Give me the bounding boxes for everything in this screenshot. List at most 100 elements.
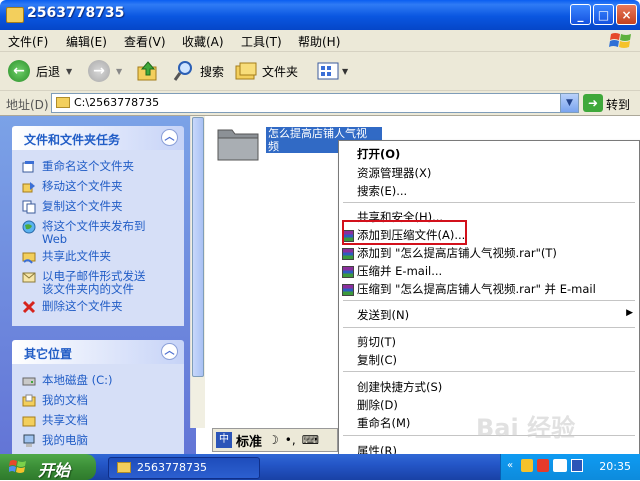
close-button[interactable]: × xyxy=(616,4,637,25)
windows-flag-icon xyxy=(9,460,26,473)
menu-separator xyxy=(343,202,635,203)
go-button[interactable]: 转到 xyxy=(606,96,630,113)
menu-tools[interactable]: 工具(T) xyxy=(241,33,282,50)
tasks-panel-title: 文件和文件夹任务 xyxy=(24,133,121,147)
scrollbar-thumb[interactable] xyxy=(192,117,204,377)
chevron-down-icon: ▼ xyxy=(116,66,123,76)
views-icon xyxy=(317,62,339,80)
folders-button[interactable]: 文件夹 xyxy=(234,58,298,84)
menu-item-compress-email[interactable]: 压缩并 E-mail... xyxy=(357,263,442,279)
menu-item-cut[interactable]: 剪切(T) xyxy=(357,334,396,350)
taskbar-window-label: 2563778735 xyxy=(137,461,207,474)
menu-item-create-shortcut[interactable]: 创建快捷方式(S) xyxy=(357,379,442,395)
address-dropdown-button[interactable]: ▼ xyxy=(560,93,579,113)
menu-item-rename[interactable]: 重命名(M) xyxy=(357,415,410,431)
menu-bar: 文件(F) 编辑(E) 查看(V) 收藏(A) 工具(T) 帮助(H) xyxy=(0,30,640,52)
up-folder-icon xyxy=(137,61,157,81)
menu-help[interactable]: 帮助(H) xyxy=(298,33,340,50)
address-input[interactable]: C:\2563778735 ▼ xyxy=(51,93,579,113)
title-bar[interactable]: 2563778735 _ □ × xyxy=(0,0,640,30)
copy-icon xyxy=(22,200,36,214)
submenu-arrow-icon: ▶ xyxy=(626,308,633,318)
local-disk-icon xyxy=(22,377,36,386)
winrar-icon xyxy=(342,248,354,260)
maximize-button[interactable]: □ xyxy=(593,4,614,25)
menu-separator xyxy=(343,327,635,328)
menu-item-send-to[interactable]: 发送到(N) xyxy=(357,307,409,323)
task-pane: 文件和文件夹任务 ︿ 重命名这个文件夹 移动这个文件夹 复制这个文件夹 将这个文… xyxy=(0,116,196,454)
forward-button[interactable]: → ▼ xyxy=(88,58,122,84)
moon-icon[interactable]: ☽ xyxy=(268,433,279,447)
system-tray: « 20:35 xyxy=(500,454,640,480)
publish-web-icon xyxy=(22,220,36,234)
security-shield-icon[interactable] xyxy=(537,459,549,472)
folder-icon[interactable] xyxy=(216,124,260,162)
back-label: 后退 xyxy=(36,64,61,79)
menu-item-open[interactable]: 打开(O) xyxy=(357,146,400,162)
windows-logo-icon xyxy=(609,33,631,48)
window-title: 2563778735 xyxy=(27,5,125,21)
ime-toolbar[interactable]: 中 标准 ☽ •, ⌨ xyxy=(212,428,338,452)
menu-item-explorer[interactable]: 资源管理器(X) xyxy=(357,165,431,181)
minimize-button[interactable]: _ xyxy=(570,4,591,25)
menu-separator xyxy=(343,371,635,372)
baidu-watermark: Bai 经验 xyxy=(476,414,575,442)
views-button[interactable]: ▼ xyxy=(316,58,348,84)
back-button[interactable]: ← 后退 ▼ xyxy=(8,58,72,84)
forward-arrow-icon: → xyxy=(88,60,110,82)
taskbar: 开始 2563778735 « 20:35 xyxy=(0,454,640,480)
chevron-down-icon: ▼ xyxy=(342,66,349,76)
toolbar: ← 后退 ▼ → ▼ 搜索 文件夹 ▼ xyxy=(0,52,640,91)
keyboard-icon[interactable]: ⌨ xyxy=(302,433,319,447)
address-label: 地址(D) xyxy=(6,98,49,112)
chevron-left-icon[interactable]: « xyxy=(507,460,513,471)
menu-item-compress-rar-email[interactable]: 压缩到 "怎么提高店铺人气视频.rar" 并 E-mail xyxy=(357,281,596,297)
taskbar-window-button[interactable]: 2563778735 xyxy=(108,457,260,479)
shared-documents-icon xyxy=(22,416,36,427)
network-icon[interactable] xyxy=(553,459,567,472)
winrar-icon xyxy=(342,284,354,296)
start-button[interactable]: 开始 xyxy=(0,454,96,480)
menu-item-search[interactable]: 搜索(E)... xyxy=(357,183,407,199)
move-icon xyxy=(22,182,35,193)
address-value: C:\2563778735 xyxy=(74,96,160,109)
menu-favorites[interactable]: 收藏(A) xyxy=(182,33,224,50)
up-folder-button[interactable] xyxy=(136,58,160,84)
email-icon xyxy=(22,272,36,283)
clock: 20:35 xyxy=(599,460,631,473)
tasks-panel-header[interactable]: 文件和文件夹任务 ︿ xyxy=(12,126,184,150)
menu-view[interactable]: 查看(V) xyxy=(124,33,166,50)
ime-logo-icon: 中 xyxy=(216,432,232,448)
my-computer-icon xyxy=(23,434,35,447)
go-arrow-icon[interactable]: ➜ xyxy=(583,94,603,112)
rename-icon xyxy=(22,161,34,173)
highlight-box xyxy=(342,220,467,245)
folders-label: 文件夹 xyxy=(262,64,299,79)
menu-edit[interactable]: 编辑(E) xyxy=(66,33,107,50)
menu-separator xyxy=(343,300,635,301)
folder-icon xyxy=(6,7,24,23)
delete-icon xyxy=(22,300,36,314)
places-panel-header[interactable]: 其它位置 ︿ xyxy=(12,340,184,364)
menu-item-copy[interactable]: 复制(C) xyxy=(357,352,397,368)
ime-mode-label[interactable]: 标准 xyxy=(236,431,262,450)
tray-app-icon[interactable] xyxy=(521,459,533,472)
menu-file[interactable]: 文件(F) xyxy=(8,33,48,50)
search-icon xyxy=(173,61,192,81)
collapse-icon[interactable]: ︿ xyxy=(161,343,178,360)
search-label: 搜索 xyxy=(200,64,225,79)
my-documents-icon xyxy=(22,394,36,407)
menu-item-add-to-rar[interactable]: 添加到 "怎么提高店铺人气视频.rar"(T) xyxy=(357,245,557,261)
winrar-icon xyxy=(342,266,354,278)
tasks-panel-body: 重命名这个文件夹 移动这个文件夹 复制这个文件夹 将这个文件夹发布到 Web 共… xyxy=(12,150,184,326)
task-pane-scrollbar[interactable] xyxy=(190,116,205,428)
punctuation-icon[interactable]: •, xyxy=(285,433,296,447)
start-label: 开始 xyxy=(38,461,71,480)
share-icon xyxy=(22,252,36,264)
back-arrow-icon: ← xyxy=(8,60,30,82)
search-button[interactable]: 搜索 xyxy=(172,58,224,84)
volume-icon[interactable] xyxy=(571,459,583,472)
collapse-icon[interactable]: ︿ xyxy=(161,129,178,146)
menu-item-delete[interactable]: 删除(D) xyxy=(357,397,398,413)
folder-icon xyxy=(56,97,70,108)
